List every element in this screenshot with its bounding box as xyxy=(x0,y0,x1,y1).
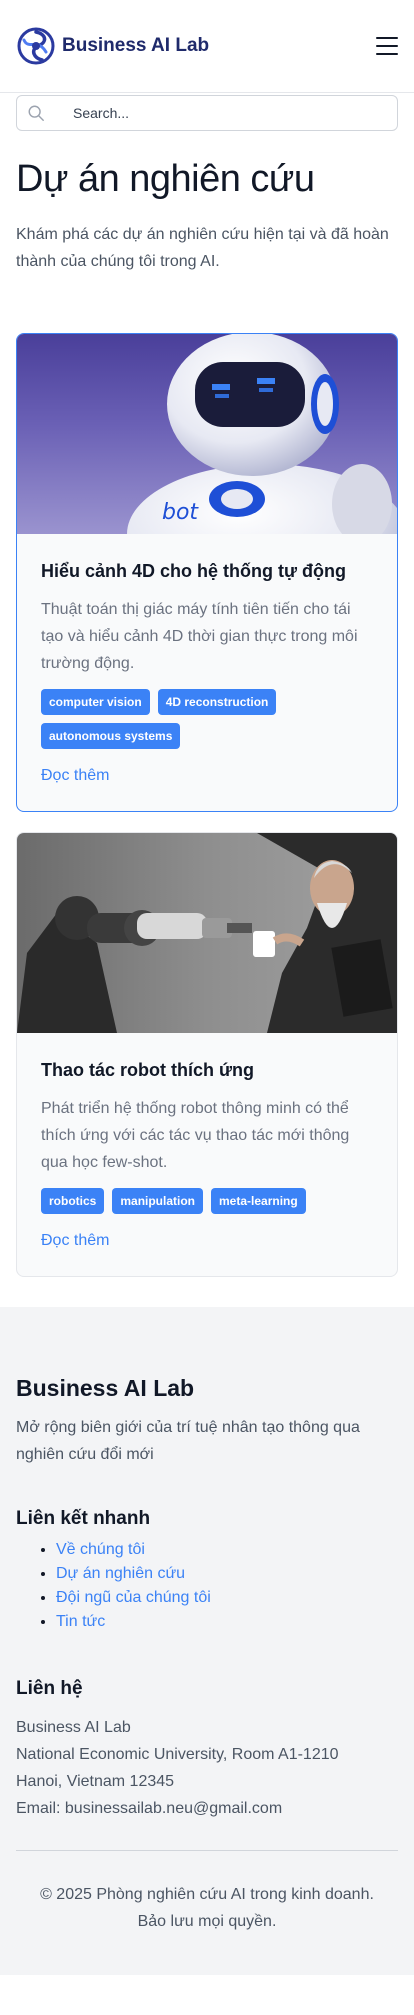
quick-links-list: Về chúng tôi Dự án nghiên cứu Đội ngũ củ… xyxy=(16,1538,398,1634)
search-icon xyxy=(28,105,44,121)
tag-list: computer vision 4D reconstruction autono… xyxy=(41,688,373,749)
footer-link-news[interactable]: Tin tức xyxy=(56,1613,105,1630)
footer-link-about[interactable]: Về chúng tôi xyxy=(56,1541,145,1558)
tag-badge[interactable]: autonomous systems xyxy=(41,722,181,749)
read-more-link[interactable]: Đọc thêm xyxy=(41,1232,109,1250)
list-item: Dự án nghiên cứu xyxy=(56,1562,398,1586)
footer-brand: Business AI Lab xyxy=(16,1374,195,1401)
search-input[interactable] xyxy=(73,105,387,121)
site-footer: Business AI Lab Mở rộng biên giới của tr… xyxy=(0,1306,414,1975)
footer-link-team[interactable]: Đội ngũ của chúng tôi xyxy=(56,1589,211,1606)
project-description: Thuật toán thị giác máy tính tiên tiến c… xyxy=(41,600,358,672)
tag-badge[interactable]: manipulation xyxy=(112,1187,204,1214)
svg-text:bot: bot xyxy=(162,500,199,525)
page-description: Khám phá các dự án nghiên cứu hiện tại v… xyxy=(16,225,389,270)
page-title: Dự án nghiên cứu xyxy=(16,158,315,200)
project-image-robot: bot xyxy=(17,333,397,534)
tag-badge[interactable]: computer vision xyxy=(41,688,150,715)
project-description: Phát triển hệ thống robot thông minh có … xyxy=(41,1099,350,1171)
lab-logo-icon xyxy=(17,27,55,65)
copyright-text: © 2025 Phòng nghiên cứu AI trong kinh do… xyxy=(40,1885,374,1930)
tag-badge[interactable]: meta-learning xyxy=(211,1187,306,1214)
brand-link[interactable]: Business AI Lab xyxy=(16,26,209,66)
project-card[interactable]: Thao tác robot thích ứng Phát triển hệ t… xyxy=(16,831,398,1277)
list-item: Tin tức xyxy=(56,1610,398,1634)
footer-link-projects[interactable]: Dự án nghiên cứu xyxy=(56,1565,185,1582)
search-bar xyxy=(16,95,398,131)
contact-address-line2: Hanoi, Vietnam 12345 xyxy=(16,1772,175,1790)
hamburger-menu-icon[interactable] xyxy=(376,37,398,55)
project-title: Thao tác robot thích ứng xyxy=(41,1059,255,1080)
footer-tagline: Mở rộng biên giới của trí tuệ nhân tạo t… xyxy=(16,1418,360,1463)
read-more-link[interactable]: Đọc thêm xyxy=(41,767,109,785)
contact-address-line1: National Economic University, Room A1-12… xyxy=(16,1745,339,1763)
project-card[interactable]: bot Hiểu cảnh 4D cho hệ thống tự động Th… xyxy=(16,332,398,812)
contact-info: Business AI Lab National Economic Univer… xyxy=(16,1714,398,1822)
quick-links-heading: Liên kết nhanh xyxy=(16,1507,151,1529)
tag-badge[interactable]: 4D reconstruction xyxy=(157,688,277,715)
contact-heading: Liên hệ xyxy=(16,1677,83,1699)
tag-list: robotics manipulation meta-learning xyxy=(41,1187,373,1214)
brand-name: Business AI Lab xyxy=(62,35,210,56)
list-item: Đội ngũ của chúng tôi xyxy=(56,1586,398,1610)
tag-badge[interactable]: robotics xyxy=(41,1187,105,1214)
project-image-robot-arm xyxy=(17,832,397,1033)
list-item: Về chúng tôi xyxy=(56,1538,398,1562)
site-header: Business AI Lab xyxy=(0,0,414,93)
contact-name: Business AI Lab xyxy=(16,1718,131,1736)
project-title: Hiểu cảnh 4D cho hệ thống tự động xyxy=(41,560,347,581)
footer-divider xyxy=(16,1849,398,1851)
contact-email[interactable]: Email: businessailab.neu@gmail.com xyxy=(16,1795,398,1822)
